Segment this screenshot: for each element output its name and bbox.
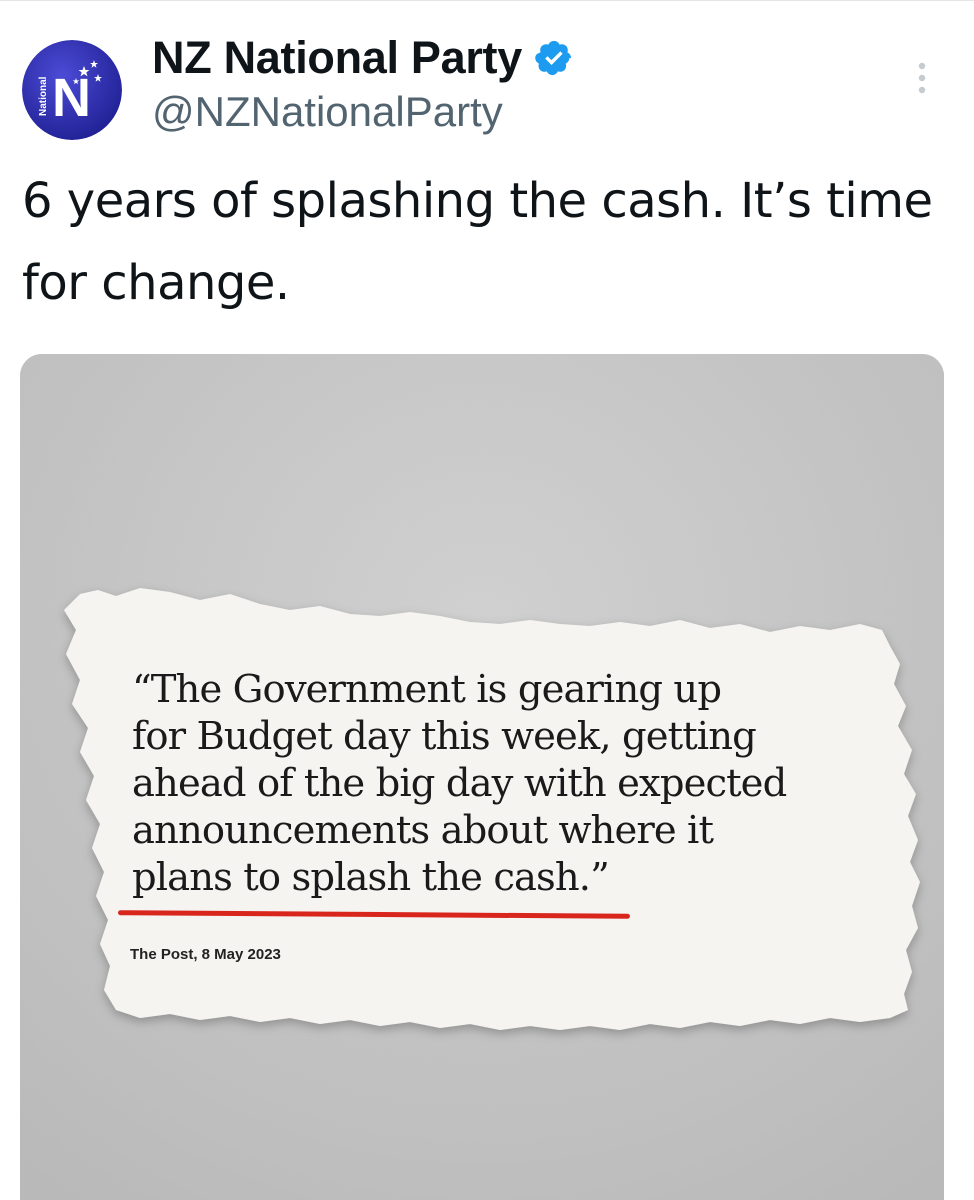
svg-text:National: National: [38, 76, 49, 116]
tweet-media-image[interactable]: “The Government is gearing up for Budget…: [20, 354, 944, 1200]
clipping-quote: “The Government is gearing up for Budget…: [132, 667, 787, 900]
avatar[interactable]: National N: [22, 40, 122, 140]
author-handle[interactable]: @NZNationalParty: [152, 88, 503, 136]
divider: [0, 0, 974, 1]
more-button[interactable]: [904, 56, 940, 100]
author-row: NZ National Party: [152, 28, 574, 88]
national-party-logo-icon: National N: [22, 40, 122, 140]
more-vertical-icon: [918, 62, 926, 94]
display-name[interactable]: NZ National Party: [152, 32, 522, 84]
svg-text:N: N: [52, 68, 91, 128]
tweet-text: 6 years of splashing the cash. It’s time…: [22, 173, 933, 311]
tweet-page: National N NZ National Party @NZNational…: [0, 0, 974, 1200]
clipping-source: The Post, 8 May 2023: [130, 946, 281, 963]
verified-badge-icon[interactable]: [534, 38, 574, 78]
